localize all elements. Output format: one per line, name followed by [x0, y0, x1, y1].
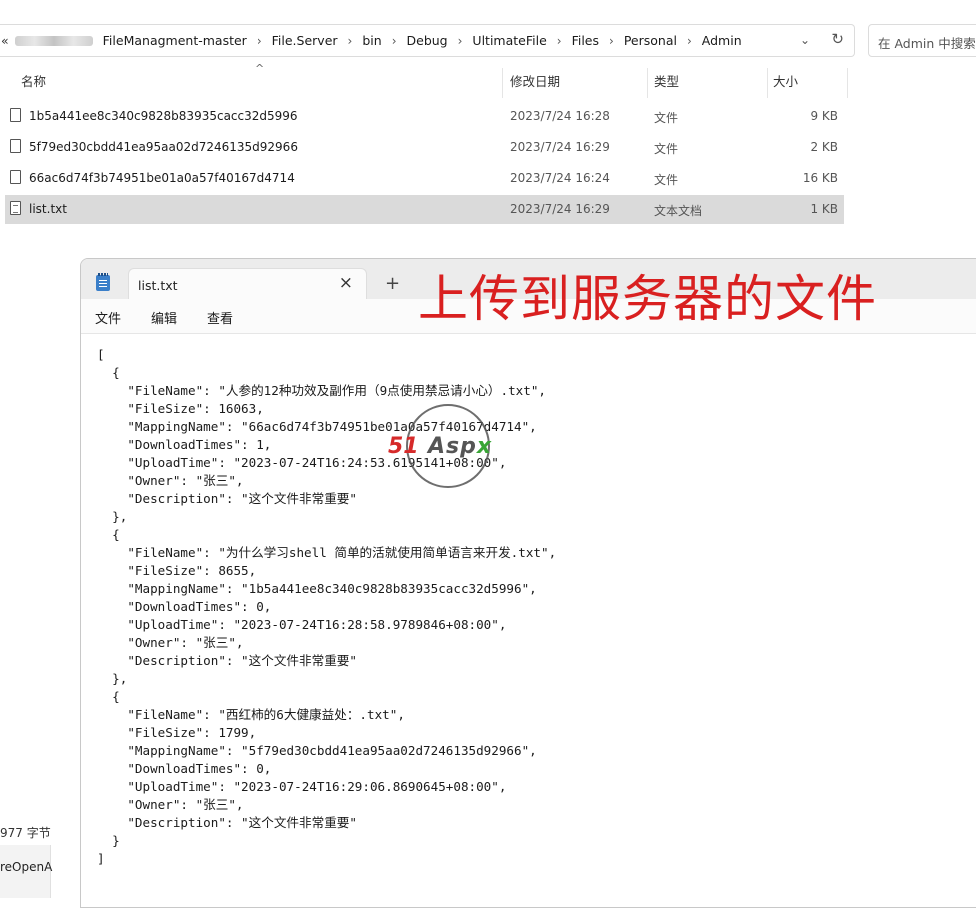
chevron-right-icon: › [556, 33, 562, 48]
file-row[interactable]: 66ac6d74f3b74951be01a0a57f40167d4714 202… [5, 164, 844, 193]
notepad-app-icon [96, 273, 110, 291]
file-row-selected[interactable]: list.txt 2023/7/24 16:29 文本文档 1 KB [5, 195, 844, 224]
menu-edit[interactable]: 编辑 [151, 308, 177, 327]
breadcrumb-item-bin[interactable]: bin [362, 33, 381, 48]
chevron-right-icon: › [391, 33, 397, 48]
file-row[interactable]: 1b5a441ee8c340c9828b83935cacc32d5996 202… [5, 102, 844, 131]
breadcrumb-item-personal[interactable]: Personal [624, 33, 677, 48]
new-tab-plus-icon[interactable]: + [385, 273, 400, 294]
column-header-type[interactable]: 类型 [654, 60, 679, 100]
file-type: 文件 [654, 142, 679, 156]
blurred-path-segment [14, 35, 93, 46]
annotation-text: 上传到服务器的文件 [418, 270, 877, 328]
sort-ascending-icon: ^ [255, 62, 265, 75]
editor-text[interactable]: [ { "FileName": "人参的12种功效及副作用（9点使用禁忌请小心）… [97, 346, 556, 868]
file-icon [10, 139, 21, 153]
file-size: 1 KB [810, 202, 838, 216]
file-type: 文件 [654, 173, 679, 187]
file-name: 66ac6d74f3b74951be01a0a57f40167d4714 [29, 171, 295, 185]
column-header-name[interactable]: 名称 [21, 60, 46, 100]
column-header-date[interactable]: 修改日期 [510, 60, 560, 100]
chevron-right-icon: › [347, 33, 353, 48]
file-name: list.txt [29, 202, 67, 216]
menu-file[interactable]: 文件 [95, 308, 121, 327]
refresh-icon[interactable]: ↻ [831, 30, 844, 48]
breadcrumb-item-files[interactable]: Files [572, 33, 599, 48]
tab-list-txt[interactable]: list.txt × [128, 268, 367, 299]
file-icon [10, 108, 21, 122]
address-bar[interactable]: « FileManagment-master › File.Server › b… [0, 24, 855, 57]
file-size: 16 KB [802, 171, 838, 185]
breadcrumb-item-file-server[interactable]: File.Server [272, 33, 338, 48]
file-date: 2023/7/24 16:28 [510, 109, 610, 123]
chevron-right-icon: › [609, 33, 614, 48]
file-date: 2023/7/24 16:29 [510, 202, 610, 216]
file-size: 9 KB [810, 109, 838, 123]
file-type: 文件 [654, 111, 679, 125]
search-input[interactable]: 在 Admin 中搜索 [868, 24, 976, 57]
column-divider[interactable] [847, 68, 848, 98]
close-icon[interactable]: × [339, 273, 353, 293]
status-bar-text: 977 字节 [0, 826, 51, 840]
column-header-size[interactable]: 大小 [773, 60, 798, 100]
breadcrumb-item-debug[interactable]: Debug [407, 33, 448, 48]
column-divider[interactable] [502, 68, 503, 98]
chevron-right-icon: › [256, 33, 262, 48]
file-row[interactable]: 5f79ed30cbdd41ea95aa02d7246135d92966 202… [5, 133, 844, 162]
chevron-right-icon: › [457, 33, 463, 48]
column-divider[interactable] [767, 68, 768, 98]
nav-item-label[interactable]: reOpenA [0, 860, 52, 874]
breadcrumb-item-filemanagment-master[interactable]: FileManagment-master [103, 33, 247, 48]
breadcrumb-overflow-icon[interactable]: « [1, 33, 9, 48]
notepad-window: list.txt × + 文件 编辑 查看 [ { "FileName": "人… [80, 258, 976, 908]
tab-title: list.txt [138, 278, 178, 293]
text-document-icon [10, 201, 21, 215]
chevron-right-icon: › [686, 33, 692, 48]
breadcrumb: « FileManagment-master › File.Server › b… [0, 25, 742, 56]
chevron-down-icon[interactable]: ⌄ [800, 33, 810, 47]
file-date: 2023/7/24 16:29 [510, 140, 610, 154]
file-name: 1b5a441ee8c340c9828b83935cacc32d5996 [29, 109, 298, 123]
breadcrumb-item-ultimatefile[interactable]: UltimateFile [472, 33, 546, 48]
nav-pane: reOpenA [0, 845, 52, 898]
file-date: 2023/7/24 16:24 [510, 171, 610, 185]
file-size: 2 KB [810, 140, 838, 154]
column-divider[interactable] [647, 68, 648, 98]
editor-area[interactable]: [ { "FileName": "人参的12种功效及副作用（9点使用禁忌请小心）… [81, 334, 976, 907]
menu-view[interactable]: 查看 [207, 308, 233, 327]
file-name: 5f79ed30cbdd41ea95aa02d7246135d92966 [29, 140, 298, 154]
breadcrumb-item-admin[interactable]: Admin [702, 33, 742, 48]
file-type: 文本文档 [654, 204, 703, 218]
file-icon [10, 170, 21, 184]
